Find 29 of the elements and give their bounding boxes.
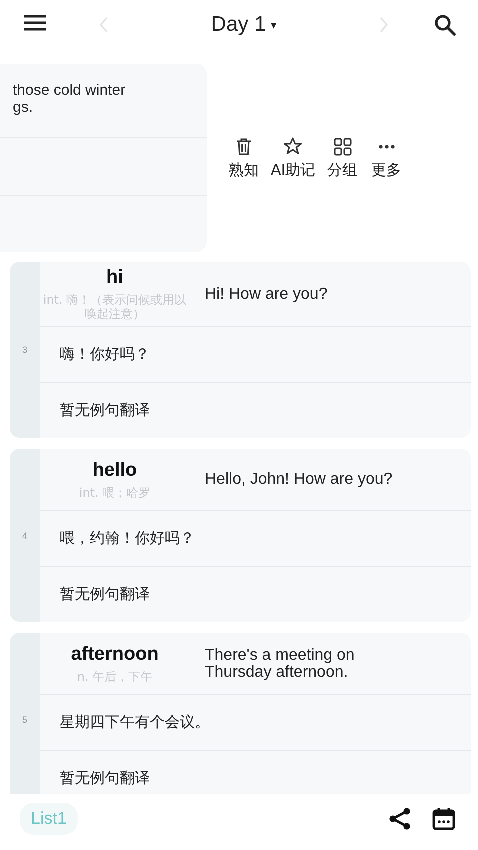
trash-icon [236, 138, 252, 156]
calendar-icon[interactable] [432, 807, 456, 831]
sentence-translation: 星期四下午有个会议。 [60, 713, 210, 732]
example-sentence: Hello, John! How are you? [204, 471, 393, 488]
share-icon[interactable] [388, 807, 412, 831]
sentence-translation: 喂，约翰！你好吗？ [60, 529, 195, 548]
menu-icon[interactable] [24, 14, 46, 30]
word: hello [92, 460, 138, 482]
day-selector[interactable]: Day 1 ▾ [211, 13, 277, 37]
example-sentence: those cold winter gs. [13, 82, 127, 116]
more-icon [378, 144, 396, 150]
word-number: 4 [22, 530, 28, 540]
group-button[interactable]: 分组 [324, 136, 362, 180]
word: afternoon [71, 644, 159, 666]
word-number: 5 [22, 714, 28, 724]
example-sentence: Hi! How are you? [204, 286, 328, 302]
example-sentence: There's a meeting on Thursday afternoon. [204, 646, 356, 680]
translation-note: 暂无例句翻译 [60, 769, 150, 788]
translation-note: 暂无例句翻译 [60, 401, 150, 420]
grid-icon [334, 138, 352, 156]
more-button[interactable]: 更多 [368, 136, 406, 180]
translation-note: 暂无例句翻译 [60, 585, 150, 604]
sentence-translation: 嗨！你好吗？ [60, 345, 150, 364]
mark-known-button[interactable]: 熟知 [225, 136, 263, 180]
word-number: 3 [22, 345, 28, 355]
search-icon[interactable] [434, 14, 456, 36]
star-icon [283, 137, 304, 156]
word: hi [106, 267, 124, 289]
ai-memory-button[interactable]: AI助记 [269, 136, 318, 180]
